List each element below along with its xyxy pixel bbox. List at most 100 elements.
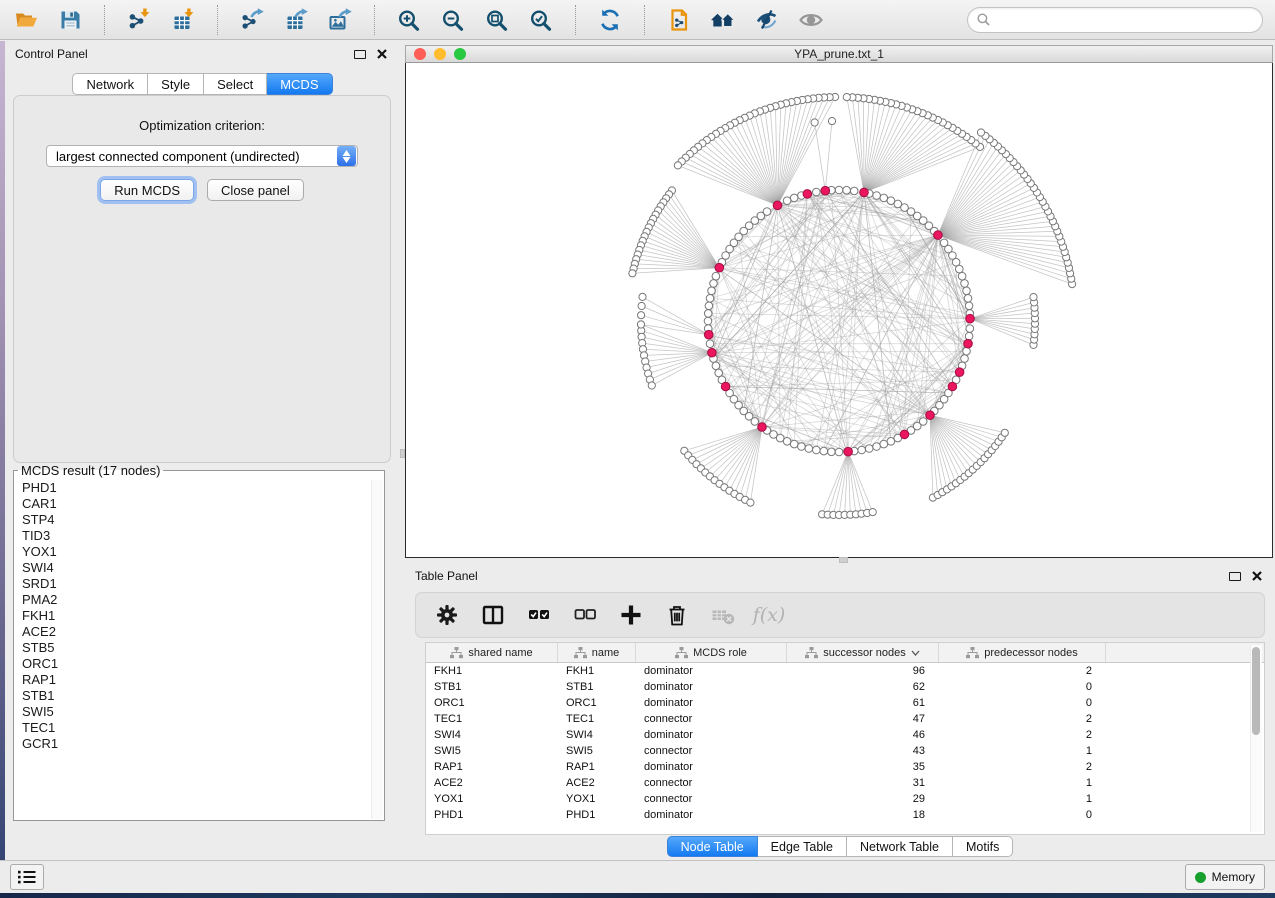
table-row[interactable]: ACE2ACE2connector311	[426, 775, 1264, 791]
graph-hub-node[interactable]	[948, 382, 957, 391]
graph-node[interactable]	[798, 443, 806, 451]
tab-mcds[interactable]: MCDS	[267, 73, 332, 95]
table-row[interactable]: STB1STB1dominator620	[426, 679, 1264, 695]
column-header-MCDS-role[interactable]: MCDS role	[636, 643, 787, 662]
graph-node[interactable]	[919, 418, 927, 426]
graph-edge[interactable]	[852, 97, 864, 192]
graph-edge[interactable]	[864, 137, 967, 193]
column-header-name[interactable]: name	[558, 643, 636, 662]
graph-hub-node[interactable]	[964, 339, 973, 348]
graph-node[interactable]	[712, 362, 720, 370]
graph-node[interactable]	[961, 280, 969, 288]
graph-node[interactable]	[843, 186, 851, 194]
graph-edge[interactable]	[816, 192, 848, 452]
close-panel-button[interactable]: Close panel	[207, 179, 304, 201]
network-canvas[interactable]	[405, 63, 1273, 558]
graph-hub-node[interactable]	[803, 190, 812, 199]
graph-node[interactable]	[865, 445, 873, 453]
optimization-criterion-select[interactable]: largest connected component (undirected)	[46, 145, 358, 167]
graph-edge[interactable]	[970, 319, 1034, 340]
graph-node[interactable]	[873, 443, 881, 451]
select-all-rows-icon[interactable]	[526, 602, 552, 628]
mcds-result-item[interactable]: GCR1	[22, 736, 371, 752]
graph-hub-node[interactable]	[860, 188, 869, 197]
mcds-result-item[interactable]: PMA2	[22, 592, 371, 608]
graph-hub-node[interactable]	[926, 411, 935, 420]
graph-node[interactable]	[751, 418, 759, 426]
column-header-shared-name[interactable]: shared name	[426, 643, 558, 662]
graph-hub-node[interactable]	[721, 382, 730, 391]
save-session-icon[interactable]	[56, 6, 84, 34]
table-scrollbar[interactable]	[1250, 645, 1262, 832]
graph-edge[interactable]	[710, 205, 778, 343]
graph-edge[interactable]	[858, 98, 864, 193]
hide-annotations-icon[interactable]	[753, 6, 781, 34]
graph-edge[interactable]	[930, 415, 981, 462]
graph-leaf-node[interactable]	[638, 302, 645, 309]
graph-node[interactable]	[710, 280, 718, 288]
graph-hub-node[interactable]	[708, 348, 717, 357]
graph-node[interactable]	[940, 239, 948, 247]
add-column-icon[interactable]	[618, 602, 644, 628]
graph-node[interactable]	[963, 287, 971, 295]
graph-node[interactable]	[790, 194, 798, 202]
graph-leaf-node[interactable]	[828, 118, 835, 125]
table-row[interactable]: ORC1ORC1dominator610	[426, 695, 1264, 711]
graph-node[interactable]	[704, 310, 712, 318]
open-file-icon[interactable]	[12, 6, 40, 34]
table-row[interactable]: YOX1YOX1connector291	[426, 791, 1264, 807]
mcds-result-item[interactable]: RAP1	[22, 672, 371, 688]
graph-node[interactable]	[835, 186, 843, 194]
graph-edge[interactable]	[970, 319, 1035, 329]
graph-edge[interactable]	[710, 235, 938, 298]
zoom-selected-icon[interactable]	[527, 6, 555, 34]
graph-hub-node[interactable]	[934, 231, 943, 240]
task-history-button[interactable]	[10, 864, 44, 890]
graph-hub-node[interactable]	[758, 423, 767, 432]
session-home-icon[interactable]	[709, 6, 737, 34]
graph-node[interactable]	[835, 448, 843, 456]
graph-hub-node[interactable]	[966, 314, 975, 323]
mcds-result-item[interactable]: TEC1	[22, 720, 371, 736]
table-row[interactable]: RAP1RAP1dominator352	[426, 759, 1264, 775]
zoom-out-icon[interactable]	[439, 6, 467, 34]
graph-node[interactable]	[712, 272, 720, 280]
table-settings-gear-icon[interactable]	[434, 602, 460, 628]
search-box[interactable]	[967, 7, 1263, 33]
graph-leaf-node[interactable]	[1001, 429, 1008, 436]
graph-node[interactable]	[705, 302, 713, 310]
tab-edge-table[interactable]: Edge Table	[758, 836, 847, 857]
mcds-result-item[interactable]: SRD1	[22, 576, 371, 592]
graph-edge[interactable]	[778, 98, 819, 205]
graph-edge[interactable]	[809, 194, 960, 373]
graph-leaf-node[interactable]	[637, 321, 644, 328]
graph-edge[interactable]	[645, 236, 720, 267]
graph-edge[interactable]	[864, 98, 865, 192]
graph-edge[interactable]	[825, 121, 832, 191]
table-row[interactable]: FKH1FKH1dominator962	[426, 663, 1264, 679]
graph-leaf-node[interactable]	[811, 119, 818, 126]
graph-node[interactable]	[858, 446, 866, 454]
graph-node[interactable]	[805, 445, 813, 453]
mcds-result-scrollbar[interactable]	[371, 480, 383, 819]
graph-edge[interactable]	[641, 315, 709, 335]
graph-edge[interactable]	[864, 118, 933, 193]
graph-node[interactable]	[965, 332, 973, 340]
graph-edge[interactable]	[712, 353, 911, 431]
graph-node[interactable]	[880, 440, 888, 448]
graph-node[interactable]	[966, 325, 974, 333]
graph-node[interactable]	[706, 295, 714, 303]
graph-hub-node[interactable]	[844, 447, 853, 456]
graph-node[interactable]	[820, 447, 828, 455]
export-image-icon[interactable]	[326, 6, 354, 34]
graph-edge[interactable]	[938, 235, 1065, 252]
graph-leaf-node[interactable]	[639, 293, 646, 300]
graph-node[interactable]	[783, 197, 791, 205]
export-network-icon[interactable]	[238, 6, 266, 34]
graph-edge[interactable]	[864, 115, 928, 192]
graph-hub-node[interactable]	[900, 430, 909, 439]
graph-edge[interactable]	[711, 137, 777, 205]
graph-edge[interactable]	[815, 123, 826, 191]
graph-leaf-node[interactable]	[977, 129, 984, 136]
table-scrollbar-thumb[interactable]	[1252, 647, 1260, 735]
